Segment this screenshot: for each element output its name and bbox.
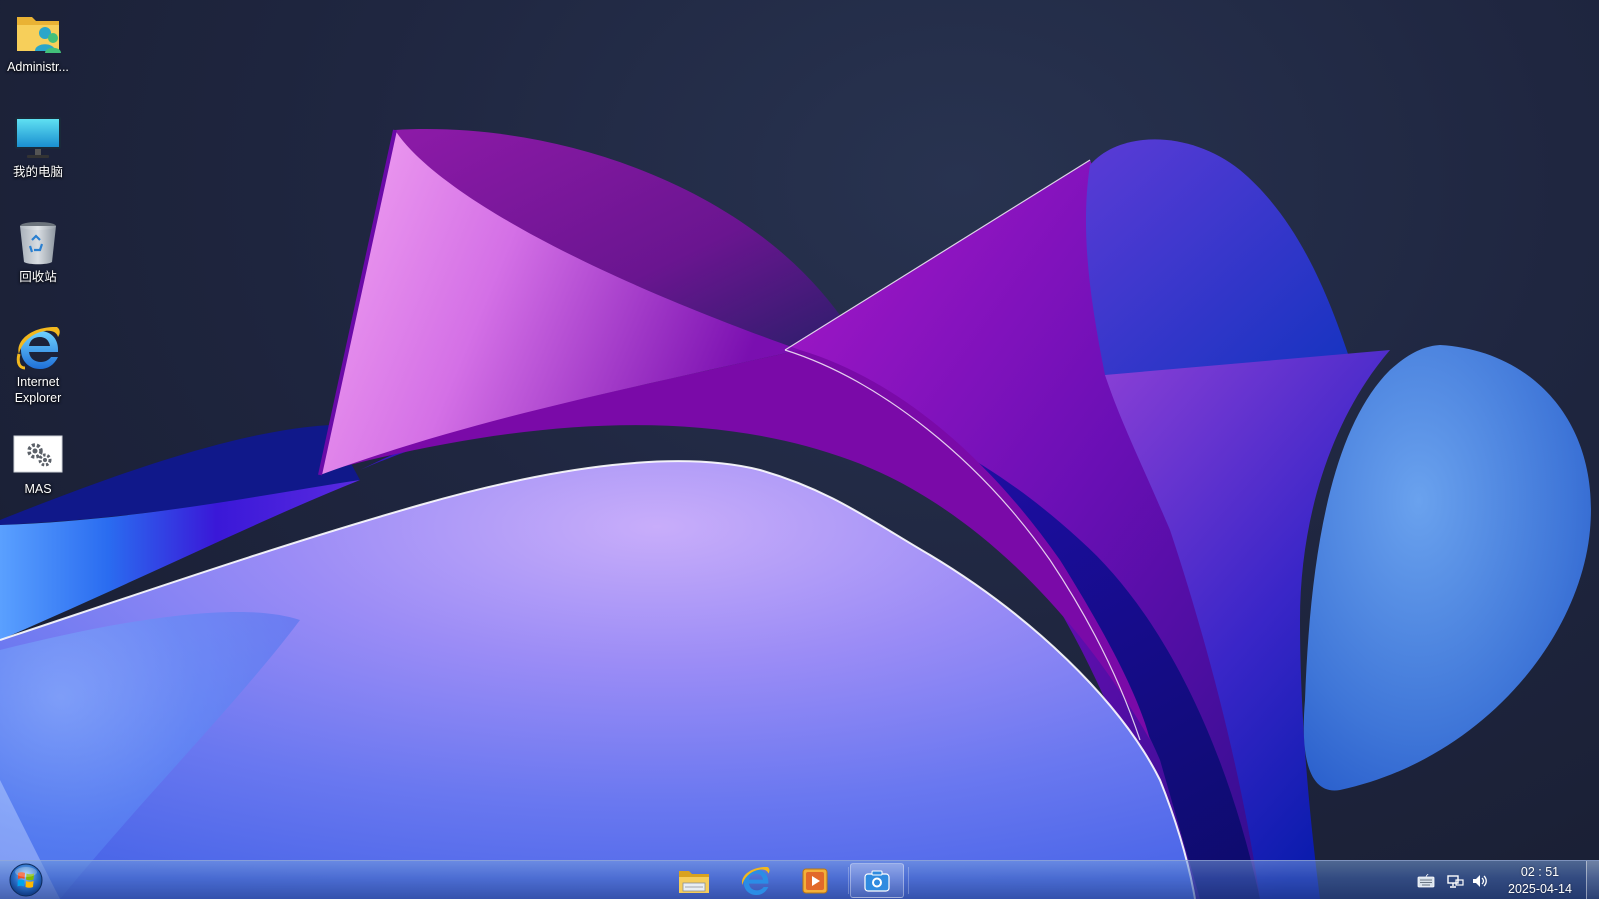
tray-volume[interactable] (1470, 871, 1490, 891)
taskbar-separator (908, 867, 909, 894)
tray-network[interactable] (1446, 871, 1466, 891)
show-desktop-button[interactable] (1586, 861, 1599, 899)
user-folder-icon (12, 8, 64, 58)
desktop[interactable]: Administr... 我的电脑 回收站 Internet Explorer … (0, 0, 1599, 899)
taskbar-internet-explorer[interactable] (728, 863, 782, 898)
internet-explorer-icon (12, 323, 64, 373)
start-button[interactable] (4, 862, 48, 898)
desktop-icon-internet-explorer[interactable]: Internet Explorer (2, 323, 74, 406)
taskbar: 02 : 51 2025-04-14 (0, 860, 1599, 899)
desktop-icon-administrator[interactable]: Administr... (2, 8, 74, 75)
keyboard-icon (1417, 874, 1435, 888)
media-player-icon (802, 868, 828, 893)
recycle-bin-icon (12, 218, 64, 268)
camera-screenshot-icon (864, 870, 890, 892)
computer-monitor-icon (12, 113, 64, 163)
internet-explorer-icon (741, 866, 770, 895)
desktop-icon-mas[interactable]: MAS (2, 430, 74, 497)
settings-gears-icon (12, 430, 64, 480)
volume-icon (1473, 875, 1487, 887)
clock-time: 02 : 51 (1520, 865, 1560, 879)
clock-date: 2025-04-14 (1508, 882, 1572, 896)
desktop-icon-label: 回收站 (19, 270, 57, 284)
desktop-icon-label: MAS (24, 482, 52, 496)
file-explorer-icon (679, 870, 709, 893)
desktop-icon-my-computer[interactable]: 我的电脑 (2, 113, 74, 180)
tray-keyboard[interactable] (1416, 871, 1436, 891)
desktop-icon-label: 我的电脑 (12, 165, 63, 179)
windows-start-orb-icon (9, 863, 43, 897)
taskbar-media-player[interactable] (788, 863, 842, 898)
taskbar-screenshot-tool[interactable] (850, 863, 904, 898)
taskbar-file-explorer[interactable] (667, 863, 721, 898)
desktop-icon-label: Administr... (7, 60, 69, 74)
desktop-icon-recycle-bin[interactable]: 回收站 (2, 218, 74, 285)
taskbar-clock[interactable]: 02 : 51 2025-04-14 (1500, 864, 1580, 898)
network-icon (1447, 875, 1464, 888)
wallpaper-image (0, 129, 1591, 899)
taskbar-separator (848, 867, 849, 894)
desktop-icon-label: Internet Explorer (14, 375, 62, 405)
